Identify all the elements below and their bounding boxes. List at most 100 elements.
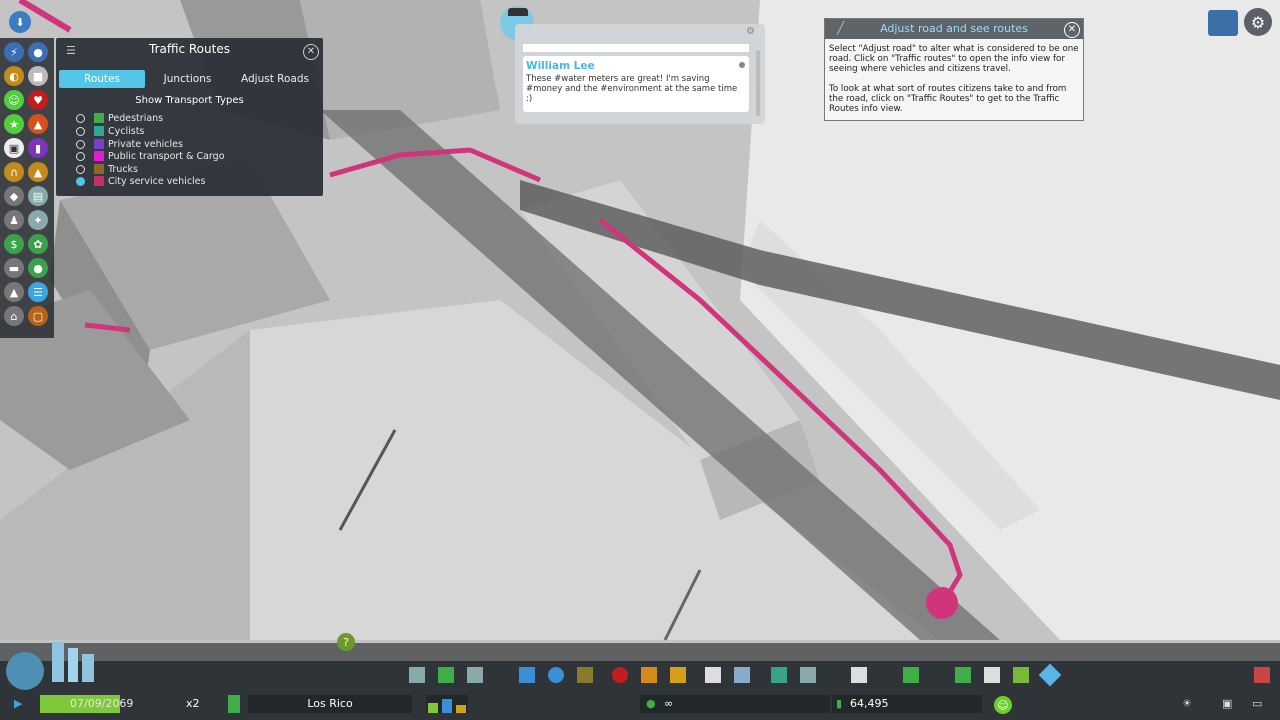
noise-info-icon[interactable]: ∩ — [4, 162, 24, 182]
bottom-strip — [0, 643, 1280, 661]
radio-button[interactable] — [76, 139, 85, 149]
type-label: Private vehicles — [108, 138, 183, 150]
settings-gear-icon[interactable]: ⚙ — [1244, 8, 1272, 36]
city-name[interactable]: Los Rico — [248, 695, 412, 713]
resources-info-icon[interactable]: ✿ — [28, 234, 48, 254]
population-bars — [426, 695, 468, 713]
color-swatch — [94, 139, 104, 149]
tourism-info-icon[interactable]: ● — [28, 258, 48, 278]
close-icon[interactable]: ✕ — [303, 44, 319, 60]
policies-icon[interactable] — [984, 667, 1000, 683]
beautification-icon[interactable] — [771, 667, 787, 683]
gear-icon[interactable]: ⚙ — [746, 26, 755, 37]
radio-button-selected[interactable] — [76, 176, 85, 186]
chirp-message[interactable]: William Lee These #water meters are grea… — [523, 56, 749, 112]
zoom-button[interactable] — [6, 652, 44, 690]
transport-type-trucks[interactable]: Trucks — [76, 163, 138, 175]
zoning-icon[interactable] — [438, 667, 454, 683]
districts-info-icon[interactable]: ⌂ — [4, 306, 24, 326]
garbage-info-icon[interactable]: ◐ — [4, 66, 24, 86]
chirper-hat-icon — [508, 8, 528, 16]
play-icon[interactable]: ▶ — [14, 695, 32, 713]
panel-title: Traffic Routes — [149, 42, 230, 56]
pollution-info-icon[interactable]: ▲ — [28, 162, 48, 182]
radio-button[interactable] — [76, 113, 85, 123]
bulldozer-icon[interactable] — [1254, 667, 1270, 683]
weather-icon: ☀ — [1182, 697, 1192, 710]
traffic-info-icon[interactable]: ▣ — [4, 138, 24, 158]
transport-info-icon[interactable]: ▤ — [28, 186, 48, 206]
healthcare-icon[interactable] — [612, 667, 628, 683]
speed-toggle[interactable]: x2 — [186, 695, 204, 713]
transport-type-public-transport[interactable]: Public transport & Cargo — [76, 150, 225, 162]
roads-icon[interactable] — [409, 667, 425, 683]
download-icon[interactable]: ⬇ — [9, 11, 31, 33]
delete-chirp-icon[interactable] — [739, 62, 745, 68]
camera-icon[interactable]: ▣ — [1222, 695, 1244, 713]
previous-chirp — [523, 44, 749, 52]
wallet-icon: ▮ — [836, 697, 843, 710]
color-swatch — [94, 151, 104, 161]
districts-icon[interactable] — [467, 667, 483, 683]
happiness-smiley-icon[interactable]: ☺ — [994, 696, 1012, 714]
health-info-icon[interactable]: ♥ — [28, 90, 48, 110]
outside-info-icon[interactable]: ▬ — [4, 258, 24, 278]
economy-icon[interactable] — [955, 667, 971, 683]
landscaping-icon[interactable] — [903, 667, 919, 683]
fire-department-icon[interactable] — [641, 667, 657, 683]
happiness-info-icon[interactable]: ☺ — [4, 90, 24, 110]
help-icon[interactable]: ? — [337, 633, 355, 651]
police-icon[interactable] — [670, 667, 686, 683]
electricity-icon[interactable] — [519, 667, 535, 683]
public-transport-icon[interactable] — [734, 667, 750, 683]
chirper-scrollbar[interactable] — [756, 50, 760, 116]
tutorial-body: Select "Adjust road" to alter what is co… — [829, 44, 1079, 114]
transport-type-private-vehicles[interactable]: Private vehicles — [76, 138, 183, 150]
tab-routes[interactable]: Routes — [59, 70, 145, 88]
close-icon[interactable]: ✕ — [1064, 22, 1080, 38]
show-transport-types-heading: Show Transport Types — [135, 95, 244, 106]
transport-type-cyclists[interactable]: Cyclists — [76, 125, 144, 137]
transport-type-city-service[interactable]: City service vehicles — [76, 175, 205, 187]
radio-button[interactable] — [76, 126, 85, 136]
income-symbol: ∞ — [664, 697, 674, 710]
electricity-info-icon[interactable]: ⚡ — [4, 42, 24, 62]
garbage-icon[interactable] — [577, 667, 593, 683]
monuments-icon[interactable] — [800, 667, 816, 683]
free-camera-icon[interactable]: ▭ — [1252, 695, 1274, 713]
money-amount: 64,495 — [850, 697, 889, 710]
tutorial-paragraph: Select "Adjust road" to alter what is co… — [829, 44, 1079, 74]
color-swatch — [94, 126, 104, 136]
tab-adjust-roads[interactable]: Adjust Roads — [231, 70, 319, 88]
city-logo-icon[interactable] — [1208, 10, 1238, 36]
wind-info-icon[interactable]: ✦ — [28, 210, 48, 230]
crime-info-icon[interactable]: ◆ — [4, 186, 24, 206]
radio-button[interactable] — [76, 151, 85, 161]
transport-type-pedestrians[interactable]: Pedestrians — [76, 112, 163, 124]
water-info-icon[interactable]: ● — [28, 42, 48, 62]
chirp-author[interactable]: William Lee — [526, 60, 595, 72]
radio-button[interactable] — [76, 164, 85, 174]
landvalue-info-icon[interactable]: ★ — [4, 114, 24, 134]
chirp-text: These #water meters are great! I'm savin… — [526, 74, 738, 104]
game-date: 07/09/2069 — [70, 697, 134, 710]
type-label: Pedestrians — [108, 112, 164, 124]
unlocking-icon[interactable] — [1013, 667, 1029, 683]
water-icon[interactable] — [548, 667, 564, 683]
tab-junctions[interactable]: Junctions — [146, 70, 229, 88]
type-label: Trucks — [108, 163, 139, 175]
fire-info-icon[interactable]: ▲ — [28, 114, 48, 134]
traffic-routes-info-icon[interactable]: ☰ — [28, 282, 48, 302]
maintenance-info-icon[interactable]: ▢ — [28, 306, 48, 326]
wonders-icon[interactable] — [851, 667, 867, 683]
education-info-icon[interactable]: ▮ — [28, 138, 48, 158]
population-info-icon[interactable]: ♟ — [4, 210, 24, 230]
buildings-info-icon[interactable]: ■ — [28, 66, 48, 86]
money-box[interactable]: ▮ 64,495 — [832, 695, 982, 713]
heating-info-icon[interactable]: ▲ — [4, 282, 24, 302]
economy-info-icon[interactable]: $ — [4, 234, 24, 254]
type-label: City service vehicles — [108, 175, 206, 187]
city-skyline-icon[interactable] — [6, 642, 102, 692]
chirper-panel: ⚙ William Lee These #water meters are gr… — [515, 24, 765, 124]
education-icon[interactable] — [705, 667, 721, 683]
